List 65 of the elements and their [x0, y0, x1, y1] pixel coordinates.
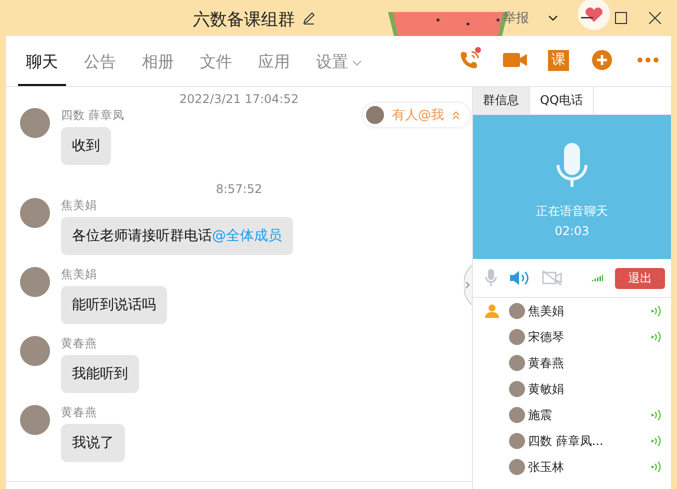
- tab[interactable]: 相册: [134, 52, 182, 86]
- collapse-handle-icon[interactable]: [464, 265, 472, 305]
- timestamp: 2022/3/21 17:04:52: [178, 92, 300, 106]
- member-avatar: [509, 329, 525, 345]
- avatar[interactable]: [20, 198, 50, 228]
- sender-name: 焦美娟: [61, 267, 97, 282]
- member-row[interactable]: 四数 薛章凤...: [473, 428, 671, 454]
- member-name: 焦美娟: [528, 302, 564, 320]
- voice-wave-icon: [651, 305, 661, 317]
- signal-icon: [592, 273, 603, 283]
- message-bubble: 我能听到: [61, 355, 139, 393]
- sender-name: 四数 薛章凤: [61, 108, 125, 123]
- pencil-icon[interactable]: [302, 11, 316, 25]
- call-status: 正在语音聊天: [536, 203, 608, 220]
- member-name: 黄春燕: [528, 354, 564, 372]
- member-name: 张玉林: [528, 458, 564, 476]
- avatar[interactable]: [20, 267, 50, 297]
- window-title: 六数备课组群: [193, 9, 295, 31]
- camera-icon[interactable]: [542, 268, 562, 288]
- message-bubble: 能听到说话吗: [61, 286, 167, 324]
- sender-name: 焦美娟: [61, 198, 97, 213]
- microphone-icon[interactable]: [485, 268, 498, 288]
- member-row[interactable]: 黄敏娟: [473, 376, 671, 402]
- speaker-icon[interactable]: [510, 268, 530, 288]
- add-icon[interactable]: [589, 47, 615, 73]
- member-avatar: [509, 381, 525, 397]
- sender-name: 黄春燕: [61, 336, 97, 351]
- caret-icon: [352, 60, 362, 66]
- avatar[interactable]: [20, 405, 50, 435]
- tab[interactable]: 设置: [308, 52, 370, 86]
- tab[interactable]: 文件: [192, 52, 240, 86]
- avatar: [366, 106, 384, 124]
- tab[interactable]: 聊天: [18, 52, 66, 86]
- voice-wave-icon: [651, 331, 661, 343]
- message-bubble: 各位老师请接听群电话@全体成员: [61, 217, 293, 255]
- member-name: 施震: [528, 406, 552, 424]
- member-row[interactable]: 焦美娟: [473, 298, 671, 324]
- avatar[interactable]: [20, 336, 50, 366]
- double-chevron-up-icon: [452, 110, 460, 120]
- member-row[interactable]: 施震: [473, 402, 671, 428]
- sender-name: 黄春燕: [61, 405, 97, 420]
- tab[interactable]: 应用: [250, 52, 298, 86]
- tab[interactable]: 公告: [76, 52, 124, 86]
- message-bubble: 收到: [61, 127, 111, 165]
- call-duration: 02:03: [554, 224, 590, 238]
- member-name: 黄敏娟: [528, 380, 564, 398]
- member-avatar: [509, 407, 525, 423]
- member-name: 四数 薛章凤...: [528, 432, 604, 450]
- leave-button[interactable]: 退出: [615, 268, 665, 288]
- member-avatar: [509, 433, 525, 449]
- member-row[interactable]: 张玉林: [473, 454, 671, 480]
- timestamp: 8:57:52: [214, 182, 264, 196]
- message-bubble: 我说了: [61, 424, 125, 462]
- voice-wave-icon: [651, 435, 661, 447]
- member-row[interactable]: 黄春燕: [473, 350, 671, 376]
- member-avatar: [509, 355, 525, 371]
- avatar[interactable]: [20, 108, 50, 138]
- voice-wave-icon: [651, 409, 661, 421]
- member-avatar: [509, 303, 525, 319]
- member-name: 宋德琴: [528, 328, 564, 346]
- member-row[interactable]: 宋德琴: [473, 324, 671, 350]
- member-avatar: [509, 459, 525, 475]
- person-icon: [485, 304, 499, 318]
- side-tab[interactable]: 群信息: [473, 87, 530, 114]
- voice-wave-icon: [651, 461, 661, 473]
